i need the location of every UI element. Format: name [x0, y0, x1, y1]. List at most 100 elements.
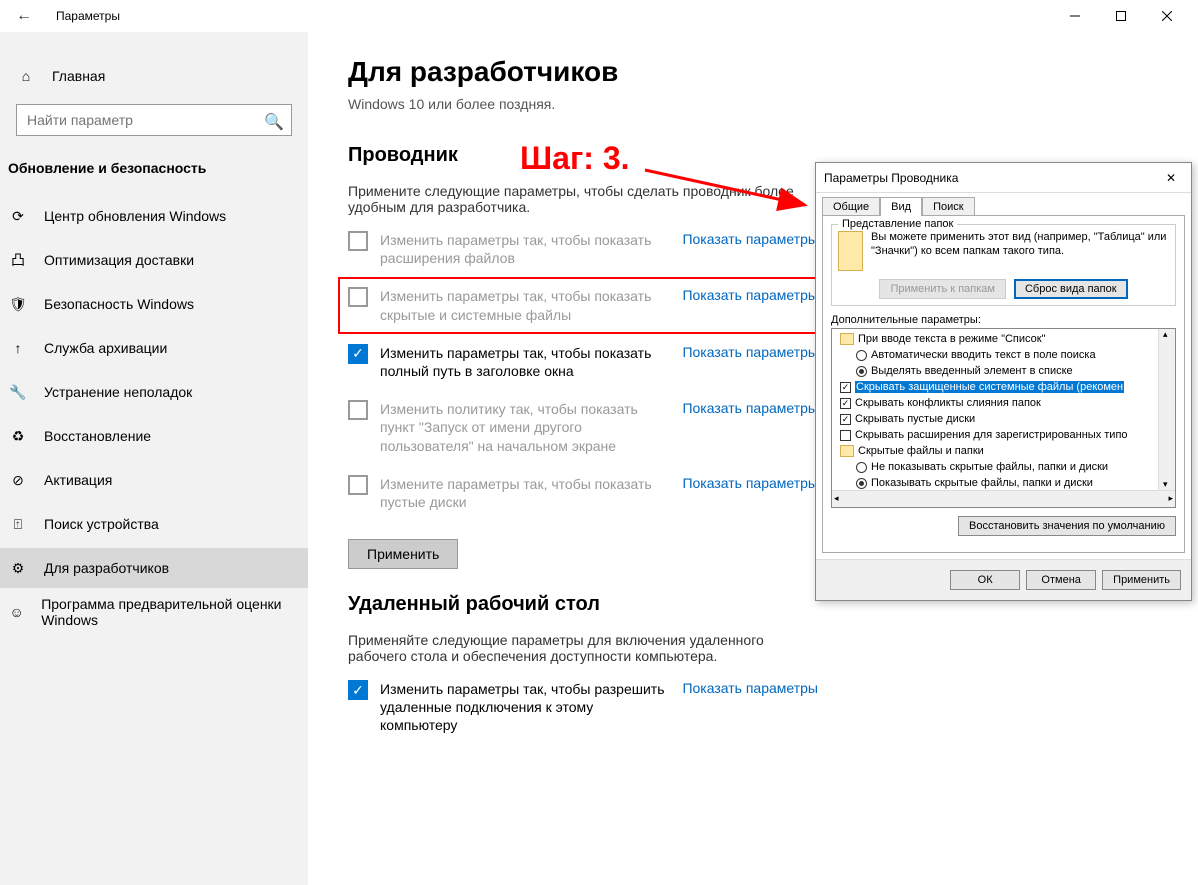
insider-icon: ☺ [8, 604, 25, 620]
recovery-icon: ♻ [8, 428, 28, 445]
group-title: Представление папок [838, 218, 957, 230]
check-icon: ⊘ [8, 472, 28, 489]
dialog-close-button[interactable]: ✕ [1159, 171, 1183, 185]
tree-folder[interactable]: Скрытые файлы и папки [832, 443, 1175, 459]
arrow-annotation [640, 165, 820, 225]
show-settings-link[interactable]: Показать параметры [682, 344, 818, 360]
step-annotation: Шаг: 3. [520, 140, 630, 177]
nav-find-device[interactable]: ⍐Поиск устройства [0, 504, 308, 544]
minimize-button[interactable] [1052, 0, 1098, 32]
cancel-button[interactable]: Отмена [1026, 570, 1096, 590]
search-icon: 🔍 [264, 112, 284, 132]
apply-to-folders-button[interactable]: Применить к папкам [879, 279, 1006, 299]
radio-icon [856, 462, 867, 473]
nav-activation[interactable]: ⊘Активация [0, 460, 308, 500]
window-title: Параметры [56, 9, 120, 23]
nav-recovery[interactable]: ♻Восстановление [0, 416, 308, 456]
checkbox-icon [840, 430, 851, 441]
checkbox[interactable] [348, 475, 368, 495]
sync-icon: ⟳ [8, 208, 28, 225]
advanced-label: Дополнительные параметры: [831, 314, 1176, 326]
developer-icon: ⚙ [8, 560, 28, 577]
nav-windows-update[interactable]: ⟳Центр обновления Windows [0, 196, 308, 236]
checkbox-checked[interactable] [348, 680, 368, 700]
dialog-footer: ОК Отмена Применить [816, 559, 1191, 600]
tab-view[interactable]: Вид [880, 197, 922, 216]
advanced-tree[interactable]: При вводе текста в режиме "Список" Автом… [831, 328, 1176, 508]
tree-check-selected[interactable]: Скрывать защищенные системные файлы (рек… [832, 379, 1175, 395]
wrench-icon: 🔧 [8, 384, 28, 401]
sidebar: ⌂ Главная 🔍 Обновление и безопасность ⟳Ц… [0, 32, 308, 885]
tree-check[interactable]: Скрывать пустые диски [832, 411, 1175, 427]
tree-radio[interactable]: Автоматически вводить текст в поле поиск… [832, 347, 1175, 363]
radio-icon [856, 350, 867, 361]
show-settings-link[interactable]: Показать параметры [682, 680, 818, 696]
setting-row-extensions: Изменить параметры так, чтобы показать р… [348, 231, 818, 267]
nav-delivery-optimization[interactable]: 凸Оптимизация доставки [0, 240, 308, 280]
home-link[interactable]: ⌂ Главная [8, 56, 300, 96]
tree-radio[interactable]: Выделять введенный элемент в списке [832, 363, 1175, 379]
setting-row-hidden-files: Изменить параметры так, чтобы показать с… [348, 287, 818, 323]
nav-insider[interactable]: ☺Программа предварительной оценки Window… [0, 592, 308, 632]
remote-desc: Применяйте следующие параметры для включ… [348, 632, 808, 664]
reset-folders-button[interactable]: Сброс вида папок [1014, 279, 1128, 299]
folder-icon [840, 333, 854, 345]
restore-defaults-button[interactable]: Восстановить значения по умолчанию [958, 516, 1176, 536]
show-settings-link[interactable]: Показать параметры [682, 475, 818, 491]
setting-row-remote: Изменить параметры так, чтобы разрешить … [348, 680, 818, 735]
checkbox[interactable] [348, 231, 368, 251]
show-settings-link[interactable]: Показать параметры [682, 287, 818, 303]
category-header: Обновление и безопасность [0, 152, 308, 192]
folder-icon [840, 445, 854, 457]
tab-general[interactable]: Общие [822, 197, 880, 216]
folder-options-dialog: Параметры Проводника ✕ Общие Вид Поиск П… [815, 162, 1192, 601]
checkbox-on-icon [840, 398, 851, 409]
folder-views-group: Представление папок Вы можете применить … [831, 224, 1176, 306]
radio-on-icon [856, 366, 867, 377]
tree-check[interactable]: Скрывать конфликты слияния папок [832, 395, 1175, 411]
show-settings-link[interactable]: Показать параметры [682, 400, 818, 416]
nav-troubleshoot[interactable]: 🔧Устранение неполадок [0, 372, 308, 412]
checkbox-checked[interactable] [348, 344, 368, 364]
show-settings-link[interactable]: Показать параметры [682, 231, 818, 247]
apply-button[interactable]: Применить [1102, 570, 1181, 590]
back-button[interactable]: ← [8, 7, 40, 25]
titlebar: ← Параметры [0, 0, 1198, 32]
checkbox[interactable] [348, 287, 368, 307]
tree-radio[interactable]: Не показывать скрытые файлы, папки и дис… [832, 459, 1175, 475]
delivery-icon: 凸 [8, 250, 28, 270]
home-icon: ⌂ [16, 68, 36, 84]
tree-radio[interactable]: Показывать скрытые файлы, папки и диски [832, 475, 1175, 491]
dialog-titlebar[interactable]: Параметры Проводника ✕ [816, 163, 1191, 193]
maximize-button[interactable] [1098, 0, 1144, 32]
apply-button[interactable]: Применить [348, 539, 458, 569]
folder-icon [838, 231, 863, 271]
location-icon: ⍐ [8, 516, 28, 533]
page-title: Для разработчиков [348, 56, 1158, 88]
page-subtitle: Windows 10 или более поздняя. [348, 96, 1158, 112]
group-text: Вы можете применить этот вид (например, … [871, 231, 1169, 271]
dialog-title: Параметры Проводника [824, 171, 958, 185]
checkbox-on-icon [840, 382, 851, 393]
tab-search[interactable]: Поиск [922, 197, 974, 216]
search-box[interactable]: 🔍 [16, 104, 292, 136]
home-label: Главная [52, 68, 105, 84]
setting-row-full-path: Изменить параметры так, чтобы показать п… [348, 344, 818, 380]
tree-folder[interactable]: При вводе текста в режиме "Список" [832, 331, 1175, 347]
nav-for-developers[interactable]: ⚙Для разработчиков [0, 548, 308, 588]
checkbox[interactable] [348, 400, 368, 420]
search-input[interactable] [16, 104, 292, 136]
ok-button[interactable]: ОК [950, 570, 1020, 590]
setting-row-runas: Изменить политику так, чтобы показать пу… [348, 400, 818, 455]
close-button[interactable] [1144, 0, 1190, 32]
checkbox-on-icon [840, 414, 851, 425]
backup-icon: ↑ [8, 340, 28, 356]
scrollbar-horizontal[interactable] [832, 490, 1175, 507]
dialog-tabs: Общие Вид Поиск [816, 193, 1191, 216]
radio-on-icon [856, 478, 867, 489]
scrollbar-vertical[interactable] [1158, 329, 1175, 490]
nav-windows-security[interactable]: 🛡Безопасность Windows [0, 284, 308, 324]
tree-check[interactable]: Скрывать расширения для зарегистрированн… [832, 427, 1175, 443]
nav-backup[interactable]: ↑Служба архивации [0, 328, 308, 368]
tab-body: Представление папок Вы можете применить … [822, 215, 1185, 553]
